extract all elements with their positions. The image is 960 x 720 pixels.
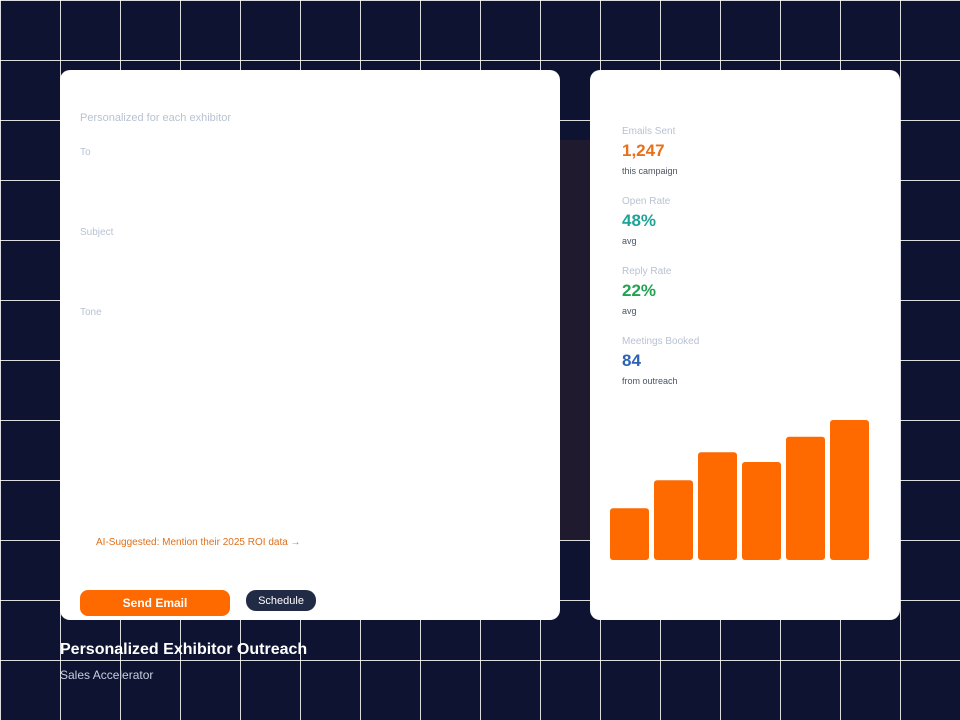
subject-label: Subject xyxy=(80,227,114,238)
stats-panel: Emails Sent 1,247 this campaign Open Rat… xyxy=(590,70,900,620)
compose-intro: Personalized for each exhibitor xyxy=(80,112,232,124)
chart-bar-2 xyxy=(654,480,693,560)
chart-bar-1 xyxy=(610,508,649,560)
chart-bar-6 xyxy=(830,420,869,560)
compose-panel: Personalized for each exhibitor To Subje… xyxy=(60,70,560,620)
page-title: Personalized Exhibitor Outreach xyxy=(60,641,308,658)
page-subtitle: Sales Accelerator xyxy=(60,668,154,682)
to-label: To xyxy=(80,147,91,158)
tone-label: Tone xyxy=(80,307,102,318)
chart-bar-5 xyxy=(786,436,825,560)
send-email-button[interactable]: Send Email xyxy=(80,590,230,616)
bar-chart xyxy=(610,420,869,560)
ai-suggestion-link[interactable]: AI-Suggested: Mention their 2025 ROI dat… xyxy=(96,537,301,548)
chart-bar-4 xyxy=(742,462,781,560)
chart-bar-3 xyxy=(698,452,737,560)
schedule-button[interactable]: Schedule xyxy=(246,590,316,611)
